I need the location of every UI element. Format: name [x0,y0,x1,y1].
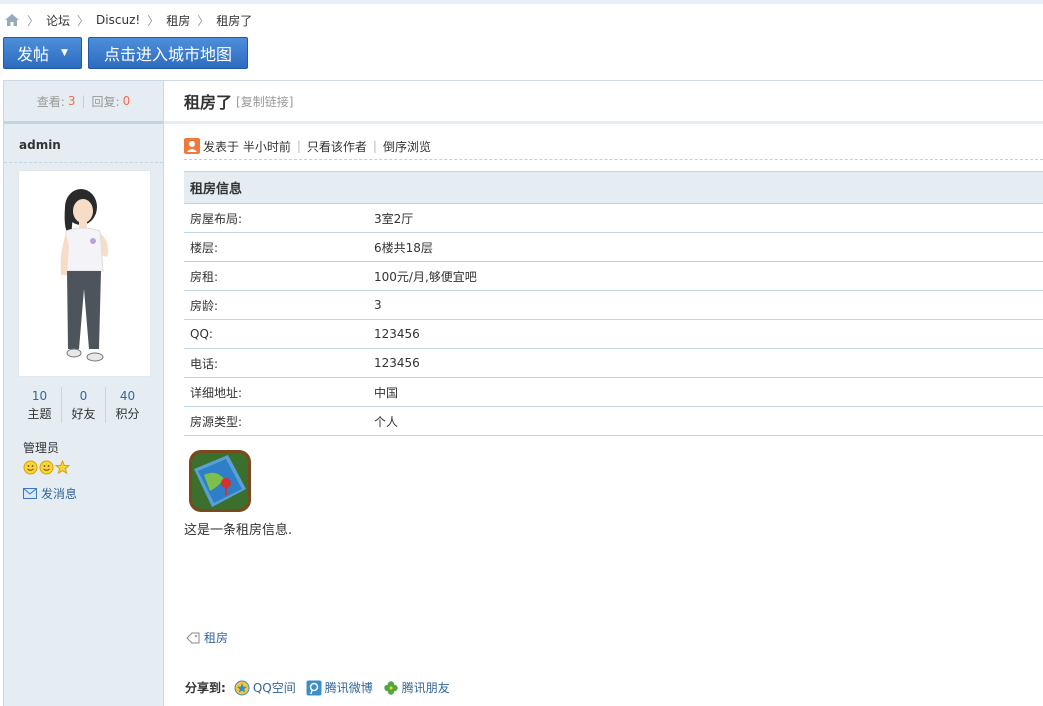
stat-label: 积分 [115,407,140,421]
copy-link-button[interactable]: [复制链接] [236,93,293,110]
clover-icon [384,680,398,695]
share-bar: 分享到: QQ空间 腾讯微博 腾讯朋友 [185,679,460,696]
home-icon[interactable] [4,13,20,27]
share-label: 分享到: [185,681,226,695]
thread-header: 租房了 [复制链接] [164,81,1043,124]
row-value: 100元/月,够便宜吧 [374,269,477,284]
breadcrumb-separator: 〉 [77,13,90,28]
share-qzone-label: QQ空间 [252,681,296,695]
rental-info-table: 租房信息 房屋布局: 3室2厅 楼层: 6楼共18层 房租: 100元/月,够便宜吧 … [184,171,1043,436]
row-label: QQ: [190,327,213,341]
top-strip [0,0,1043,4]
row-label: 电话: [190,356,219,371]
table-row: 房租: 100元/月,够便宜吧 [184,262,1043,291]
city-map-button-label: 点击进入城市地图 [103,45,232,64]
map-app-icon[interactable] [188,449,252,513]
table-row: 房屋布局: 3室2厅 [184,204,1043,233]
send-message-link[interactable]: 发消息 [23,485,77,502]
row-value: 123456 [374,356,420,370]
stat-label: 好友 [71,407,96,421]
row-label: 房龄: [190,298,219,313]
author-sidebar: 查看: 3 | 回复: 0 admin 10 主题 0 好友 40 积分 管理员… [3,81,164,706]
user-group[interactable]: 管理员 [23,439,59,456]
sun-icon [23,460,38,475]
tag-icon [186,632,200,643]
post-content: 租房了 [复制链接] 发表于 半小时前 | 只看该作者 | 倒序浏览 租房信息 … [164,81,1043,706]
table-row: 电话: 123456 [184,349,1043,378]
thread-stats: 查看: 3 | 回复: 0 [4,81,163,124]
sun-icon [39,460,54,475]
divider: | [296,139,301,153]
stat-value: 40 [119,389,136,403]
breadcrumb-separator: 〉 [27,13,40,28]
row-value: 123456 [374,327,420,341]
row-value: 3室2厅 [374,211,414,226]
page-title: 租房了 [184,93,233,112]
stat-friends[interactable]: 0 好友 [61,387,105,423]
row-label: 房屋布局: [190,211,243,226]
share-tencent-weibo[interactable]: 腾讯微博 [306,679,373,696]
share-tencent-weibo-label: 腾讯微博 [324,681,373,695]
author-name[interactable]: admin [4,124,163,163]
author-stats: 10 主题 0 好友 40 积分 [18,387,149,423]
tag-link[interactable]: 租房 [186,629,228,646]
post-message: 这是一条租房信息. [184,523,293,538]
row-label: 房源类型: [190,414,243,429]
user-icon [184,138,200,154]
row-label: 房租: [190,269,219,284]
stat-value: 10 [31,389,48,403]
breadcrumb-discuz[interactable]: Discuz! [96,13,140,27]
breadcrumb-separator: 〉 [197,13,210,28]
post-button[interactable]: 发帖 ▼ [3,37,82,69]
row-label: 详细地址: [190,385,243,400]
divider: | [81,94,86,108]
chevron-down-icon: ▼ [61,48,68,58]
replies-count: 0 [122,94,131,108]
qzone-icon [234,680,250,695]
envelope-icon [23,488,37,499]
stat-value: 0 [79,389,88,403]
send-message-label: 发消息 [41,487,78,501]
row-value: 中国 [374,385,399,400]
city-map-button[interactable]: 点击进入城市地图 [88,37,248,69]
table-row: 房源类型: 个人 [184,407,1043,436]
star-icon [55,460,70,475]
rental-info-title: 租房信息 [184,171,1043,204]
post-button-label: 发帖 [17,45,50,64]
share-tencent-friends[interactable]: 腾讯朋友 [383,679,450,696]
post-container: 查看: 3 | 回复: 0 admin 10 主题 0 好友 40 积分 管理员… [3,80,1043,706]
breadcrumb-current[interactable]: 租房了 [216,12,252,29]
post-time: 发表于 半小时前 [203,139,291,154]
breadcrumb-rent[interactable]: 租房 [166,12,190,29]
table-row: 详细地址: 中国 [184,378,1043,407]
stat-threads[interactable]: 10 主题 [18,387,61,423]
post-meta: 发表于 半小时前 | 只看该作者 | 倒序浏览 [184,133,1043,160]
views-count: 3 [67,94,76,108]
row-value: 6楼共18层 [374,240,433,255]
replies-label: 回复: [91,94,120,109]
tag-label: 租房 [204,631,229,645]
share-tencent-friends-label: 腾讯朋友 [401,681,450,695]
table-row: 楼层: 6楼共18层 [184,233,1043,262]
share-qzone[interactable]: QQ空间 [234,679,296,696]
weibo-icon [306,680,322,695]
divider: | [372,139,377,153]
table-row: 房龄: 3 [184,291,1043,320]
user-level [23,460,70,475]
row-value: 个人 [374,414,399,429]
breadcrumb-forum[interactable]: 论坛 [46,12,70,29]
views-label: 查看: [36,94,65,109]
stat-label: 主题 [27,407,52,421]
row-label: 楼层: [190,240,219,255]
breadcrumb-separator: 〉 [147,13,160,28]
stat-points[interactable]: 40 积分 [105,387,149,423]
breadcrumb: 〉 论坛 〉 Discuz! 〉 租房 〉 租房了 [4,10,252,30]
avatar[interactable] [18,170,151,377]
row-value: 3 [374,298,382,312]
only-author-link[interactable]: 只看该作者 [307,138,367,155]
table-row: QQ: 123456 [184,320,1043,349]
reverse-order-link[interactable]: 倒序浏览 [383,138,431,155]
